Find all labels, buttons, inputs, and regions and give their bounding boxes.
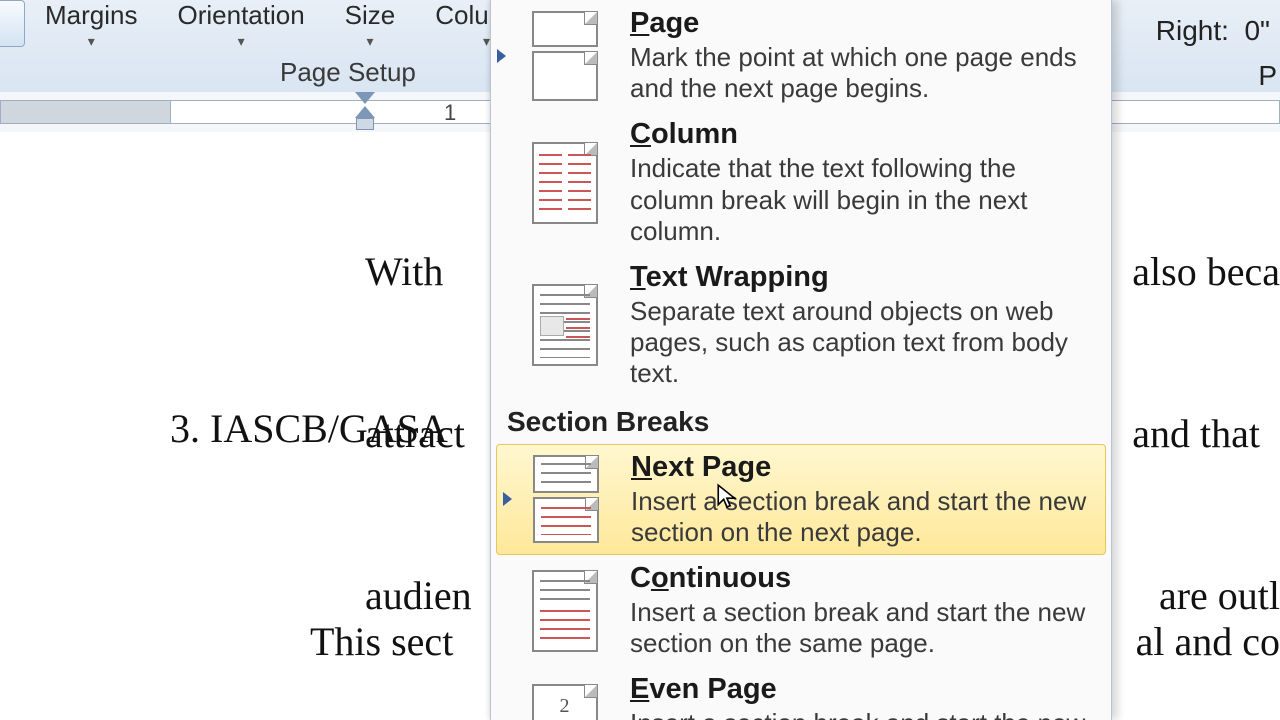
menu-item-title: Page <box>630 7 1093 40</box>
size-button[interactable]: Size ▾ <box>345 0 396 50</box>
submenu-arrow-icon <box>503 492 512 506</box>
menu-item-next-page-section-break[interactable]: Next Page Insert a section break and sta… <box>496 444 1106 555</box>
menu-item-page-break[interactable]: Page Mark the point at which one page en… <box>491 0 1111 111</box>
menu-item-desc: Insert a section break and start the new… <box>630 597 1093 659</box>
menu-item-even-page-section-break[interactable]: 2 Even Page Insert a section break and s… <box>491 666 1111 720</box>
left-indent-icon <box>356 118 374 130</box>
continuous-break-icon <box>517 562 612 659</box>
orientation-label: Orientation <box>177 0 304 30</box>
menu-item-desc: Insert a section break and start the new… <box>631 486 1092 548</box>
menu-item-title: Text Wrapping <box>630 261 1093 294</box>
first-line-indent-icon <box>355 92 375 104</box>
margins-label: Margins <box>45 0 137 30</box>
quick-access-button[interactable] <box>0 0 25 47</box>
chevron-down-icon: ▾ <box>177 33 304 50</box>
size-label: Size <box>345 0 396 30</box>
page-break-icon <box>517 7 612 104</box>
page-setup-group-label: Page Setup <box>280 57 416 88</box>
breaks-dropdown-menu: Page Mark the point at which one page en… <box>490 0 1112 720</box>
next-page-break-icon <box>518 451 613 548</box>
menu-item-desc: Mark the point at which one page ends an… <box>630 42 1093 104</box>
margins-button[interactable]: Margins ▾ <box>45 0 137 50</box>
menu-item-continuous-section-break[interactable]: Continuous Insert a section break and st… <box>491 555 1111 666</box>
menu-item-title: Next Page <box>631 451 1092 484</box>
menu-item-title: Even Page <box>630 673 1093 706</box>
menu-item-desc: Insert a section break and start the new <box>630 708 1093 720</box>
menu-item-column-break[interactable]: Column Indicate that the text following … <box>491 111 1111 254</box>
paragraph-group-partial: P <box>1258 60 1280 92</box>
orientation-button[interactable]: Orientation ▾ <box>177 0 304 50</box>
menu-item-desc: Indicate that the text following the col… <box>630 153 1093 247</box>
menu-item-title: Continuous <box>630 562 1093 595</box>
body-paragraph-2-right: al and co nd indivi <box>1136 507 1280 720</box>
menu-item-text-wrapping-break[interactable]: Text Wrapping Separate text around objec… <box>491 254 1111 397</box>
even-page-break-icon: 2 <box>517 673 612 720</box>
body-paragraph-2: This sect this conc outlined <box>310 507 453 720</box>
ruler-tick-1: 1 <box>444 100 456 126</box>
numbered-heading: 3. IASCB/GASA <box>170 402 448 456</box>
submenu-arrow-icon <box>497 49 506 63</box>
section-breaks-header: Section Breaks <box>491 397 1111 444</box>
hanging-indent-icon <box>355 106 375 118</box>
column-break-icon <box>517 118 612 247</box>
chevron-down-icon: ▾ <box>345 33 396 50</box>
menu-item-title: Column <box>630 118 1093 151</box>
text-wrapping-icon <box>517 261 612 390</box>
chevron-down-icon: ▾ <box>45 33 137 50</box>
ruler-margin-area <box>0 100 172 124</box>
indent-marker[interactable] <box>355 92 375 130</box>
menu-item-desc: Separate text around objects on web page… <box>630 296 1093 390</box>
indent-right-label: Right: 0" <box>1156 15 1280 47</box>
